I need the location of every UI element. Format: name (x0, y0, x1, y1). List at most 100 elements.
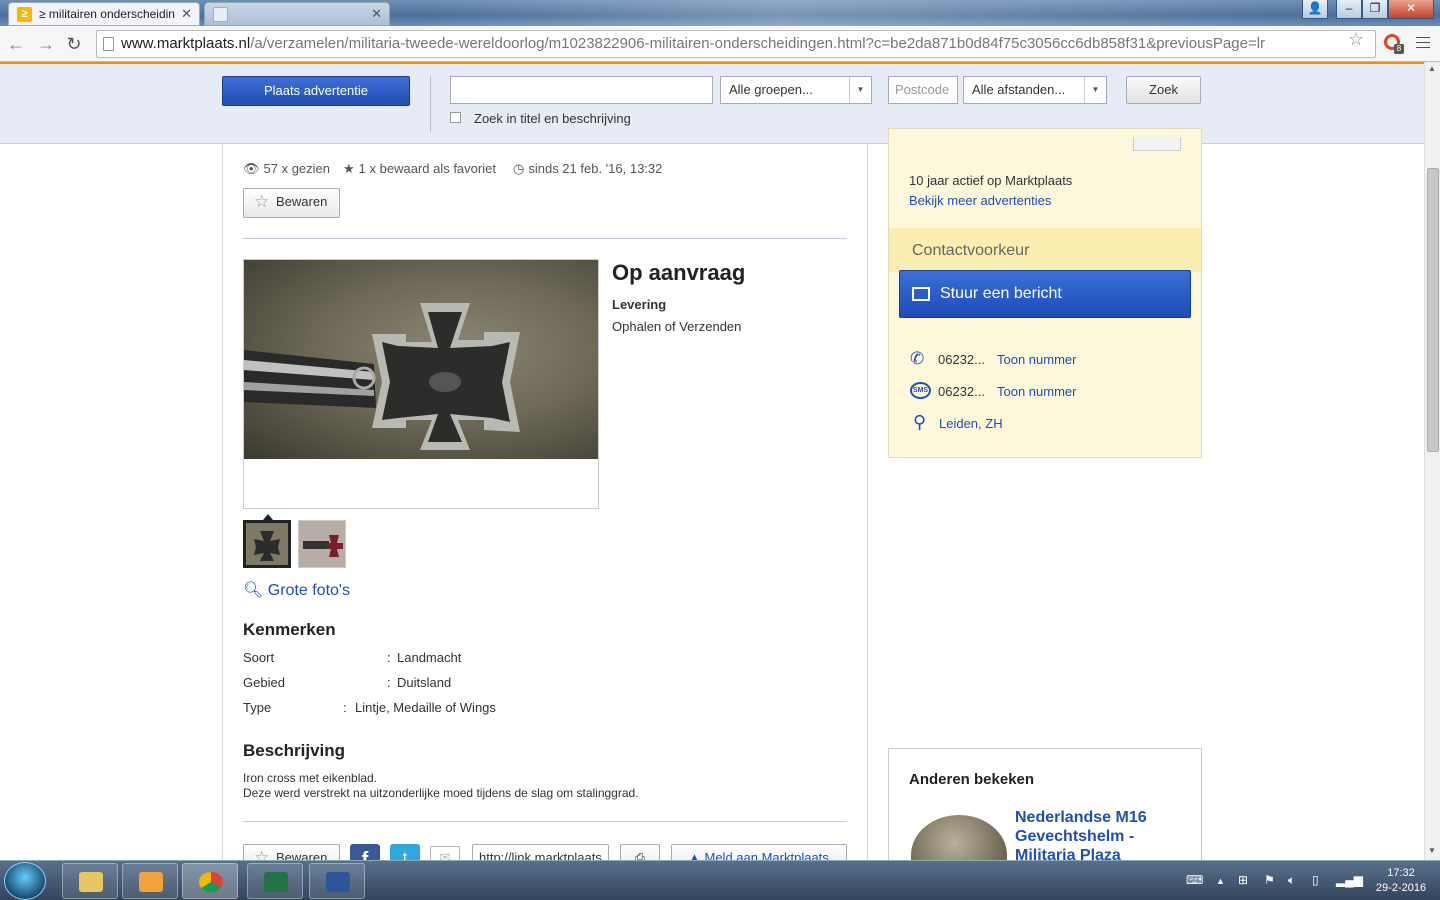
clock-date: 29-2-2016 (1375, 882, 1427, 894)
phone-icon: ✆ (910, 349, 925, 368)
clock-time: 17:32 (1387, 867, 1415, 879)
thumbnail-2-image (303, 535, 343, 557)
envelope-icon (912, 287, 930, 301)
distance-select[interactable]: Alle afstanden... ▼ (963, 76, 1107, 104)
explorer-taskbar-button[interactable] (62, 863, 118, 899)
windows-icon[interactable]: ⊞ (1238, 873, 1248, 887)
views-count: 57 x gezien (263, 161, 331, 176)
warning-icon: ▲ (688, 850, 701, 860)
battery-icon[interactable]: ▯ (1312, 873, 1319, 887)
page-content: Plaats advertentie Alle groepen... ▼ Pos… (0, 64, 1424, 860)
print-icon[interactable]: ⎙ (620, 844, 660, 860)
send-message-button[interactable]: Stuur een bericht (899, 270, 1191, 318)
browser-toolbar: ← → ↻ www.marktplaats.nl/a/verzamelen/mi… (0, 26, 1440, 62)
bookmark-star-icon[interactable]: ☆ (1348, 29, 1364, 50)
more-ads-link[interactable]: Bekijk meer advertenties (909, 193, 1051, 208)
iron-cross-photo (244, 260, 598, 459)
chevron-down-icon: ▼ (1084, 77, 1106, 103)
contact-preference-title: Contactvoorkeur (912, 242, 1030, 259)
show-phone-link[interactable]: Toon nummer (997, 352, 1076, 367)
search-separator (430, 76, 431, 132)
scroll-down-icon[interactable]: ▼ (1428, 846, 1436, 855)
vertical-scrollbar[interactable]: ▲ ▼ (1424, 62, 1440, 860)
divider (243, 238, 847, 239)
tab-close-icon[interactable]: ✕ (181, 6, 192, 22)
start-button[interactable] (4, 862, 46, 900)
phone-number: 06232... (938, 352, 985, 367)
minimize-button[interactable]: – (1336, 0, 1362, 19)
contact-preference-header: Contactvoorkeur (889, 228, 1201, 272)
since-date: sinds 21 feb. '16, 13:32 (528, 161, 663, 176)
share-link-field[interactable]: http://link.marktplaats (472, 844, 609, 860)
send-message-label: Stuur een bericht (940, 285, 1062, 302)
postcode-input[interactable]: Postcode (888, 76, 958, 104)
excel-icon (264, 872, 288, 892)
others-viewed-box: Anderen bekeken Nederlandse M16 Gevechts… (888, 748, 1202, 860)
report-button[interactable]: ▲ Meld aan Marktplaats (671, 844, 847, 860)
facebook-icon[interactable]: f (350, 844, 380, 860)
window-close-button[interactable]: ✕ (1388, 0, 1434, 19)
large-photos-link[interactable]: 🔍︎ Grote foto's (243, 580, 350, 600)
browser-titlebar: ≥ ≥ militairen onderscheidin ✕ ✕ 👤 – ❐ ✕ (0, 0, 1440, 26)
magnifier-icon: 🔍︎ (243, 582, 264, 599)
thumbnail-2[interactable] (298, 520, 346, 568)
scroll-up-icon[interactable]: ▲ (1428, 64, 1436, 73)
url-domain: www.marktplaats.nl (121, 35, 251, 52)
since-stat: ◷ sinds 21 feb. '16, 13:32 (513, 161, 662, 177)
thumbnail-1[interactable] (243, 520, 291, 568)
thumbnail-1-image (254, 531, 280, 561)
title-desc-checkbox[interactable] (450, 112, 461, 123)
place-ad-button[interactable]: Plaats advertentie (222, 76, 410, 106)
seller-active-years: 10 jaar actief op Marktplaats (909, 173, 1073, 188)
feature-colon: : (343, 700, 347, 715)
email-icon[interactable]: ✉ (430, 846, 460, 860)
large-photos-label: Grote foto's (267, 582, 350, 599)
tab-close-icon[interactable]: ✕ (371, 6, 382, 22)
main-photo[interactable] (243, 259, 599, 509)
word-taskbar-button[interactable] (309, 863, 365, 899)
volume-icon[interactable]: 🔈︎ (1288, 873, 1295, 888)
reload-icon[interactable]: ↻ (62, 32, 86, 56)
maximize-button[interactable]: ❐ (1362, 0, 1388, 19)
titlebar-background (420, 0, 1320, 26)
keyboard-icon[interactable]: ⌨ (1186, 873, 1203, 887)
star-outline-icon: ☆ (254, 192, 270, 211)
feature-key: Gebied (243, 675, 285, 690)
tab-title: ≥ militairen onderscheidin (39, 7, 175, 21)
twitter-icon[interactable]: t (390, 844, 420, 860)
feature-value: Duitsland (397, 675, 452, 690)
group-select[interactable]: Alle groepen... ▼ (720, 76, 872, 104)
browser-menu-icon[interactable]: — — — (1416, 29, 1430, 53)
seller-menu-button[interactable] (1133, 137, 1181, 151)
feature-key: Soort (243, 650, 275, 665)
others-item-title[interactable]: Nederlandse M16 Gevechtshelm - Militaria… (1015, 808, 1185, 860)
bottom-save-label: Bewaren (276, 850, 328, 860)
excel-taskbar-button[interactable] (247, 863, 303, 899)
scrollbar-thumb[interactable] (1427, 168, 1439, 452)
tab-active[interactable]: ≥ ≥ militairen onderscheidin ✕ (8, 2, 200, 26)
tab-inactive[interactable]: ✕ (204, 2, 390, 26)
chrome-icon (199, 872, 223, 892)
save-button[interactable]: ☆ Bewaren (243, 188, 340, 218)
user-profile-icon[interactable]: 👤 (1302, 0, 1328, 19)
location-link[interactable]: Leiden, ZH (939, 416, 1003, 431)
tray-arrow-icon[interactable]: ▲ (1216, 876, 1225, 886)
sms-icon: SMS (910, 382, 931, 399)
show-sms-link[interactable]: Toon nummer (997, 384, 1076, 399)
search-input[interactable] (450, 76, 713, 104)
clock-icon: ◷ (513, 161, 525, 176)
search-button[interactable]: Zoek (1126, 76, 1201, 104)
helmet-thumbnail[interactable] (911, 815, 1007, 860)
chrome-taskbar-button[interactable] (182, 863, 238, 899)
network-icon[interactable]: ▂▄▆ (1336, 873, 1363, 887)
title-desc-label: Zoek in titel en beschrijving (474, 111, 631, 126)
media-player-taskbar-button[interactable] (122, 863, 178, 899)
description-line: Iron cross met eikenblad. (243, 771, 378, 785)
flag-icon[interactable]: ⚑ (1264, 873, 1275, 887)
address-bar[interactable]: www.marktplaats.nl/a/verzamelen/militari… (96, 30, 1376, 58)
clock[interactable]: 17:32 29-2-2016 (1366, 866, 1436, 896)
forward-arrow-icon[interactable]: → (34, 32, 58, 56)
bottom-save-button[interactable]: ☆ Bewaren (243, 844, 340, 860)
chevron-down-icon: ▼ (849, 77, 871, 103)
back-arrow-icon[interactable]: ← (4, 32, 28, 56)
